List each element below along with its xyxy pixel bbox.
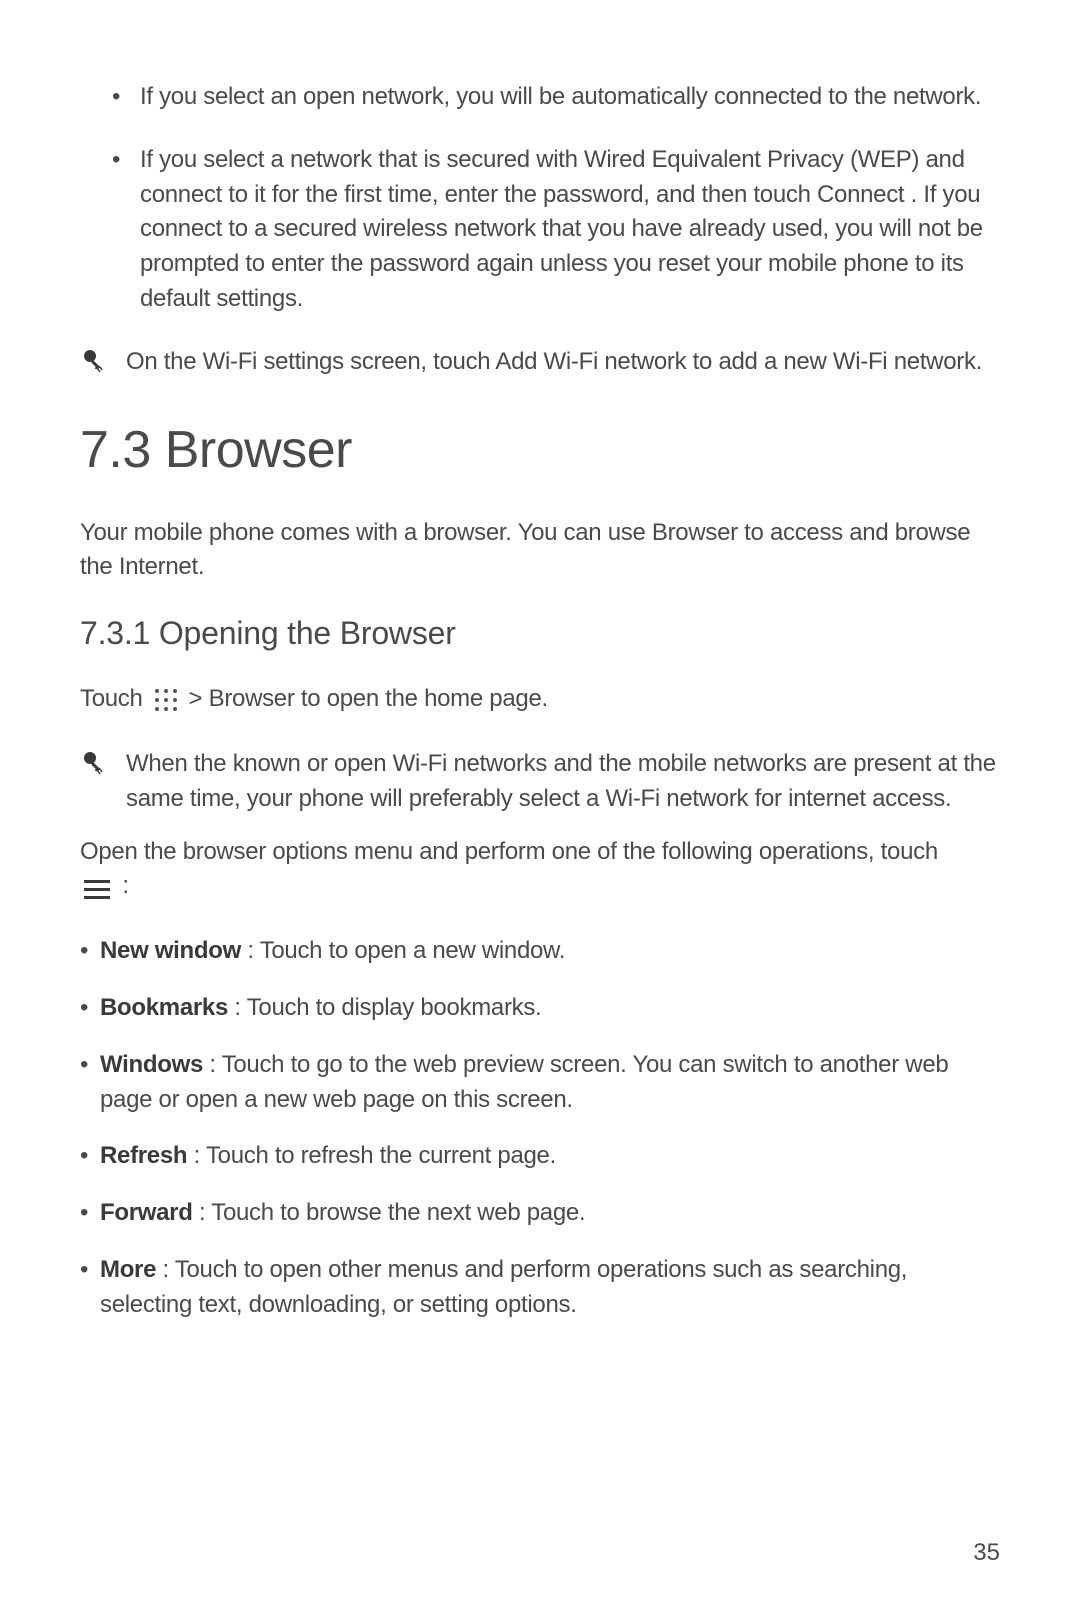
options-intro-pre: Open the browser options menu and perfor…	[80, 838, 938, 865]
touch-label: Touch	[80, 682, 143, 717]
browser-intro: Your mobile phone comes with a browser. …	[80, 516, 1000, 586]
page-number: 35	[973, 1539, 1000, 1567]
tip-text: On the Wi-Fi settings screen, touch Add …	[126, 345, 982, 380]
option-label: More	[100, 1256, 156, 1283]
option-sep: :	[203, 1051, 222, 1078]
option-label: Refresh	[100, 1142, 187, 1169]
open-browser-instruction: Touch > Browser to open the home page.	[80, 682, 1000, 717]
wifi-connect-bullets: If you select an open network, you will …	[80, 80, 1000, 317]
manual-page: If you select an open network, you will …	[0, 0, 1080, 1323]
option-sep: :	[187, 1142, 206, 1169]
heading-browser: 7.3 Browser	[80, 420, 1000, 480]
option-refresh: Refresh : Touch to refresh the current p…	[100, 1139, 1000, 1174]
option-label: Forward	[100, 1199, 193, 1226]
option-label: Bookmarks	[100, 994, 228, 1021]
browser-options-list: New window : Touch to open a new window.…	[80, 934, 1000, 1322]
option-sep: :	[228, 994, 247, 1021]
option-windows: Windows : Touch to go to the web preview…	[100, 1048, 1000, 1118]
touch-post: > Browser to open the home page.	[189, 682, 548, 717]
subheading-opening-browser: 7.3.1 Opening the Browser	[80, 615, 1000, 652]
option-label: Windows	[100, 1051, 203, 1078]
bullet-open-network: If you select an open network, you will …	[140, 80, 1000, 115]
options-intro-post: :	[122, 872, 128, 899]
option-new-window: New window : Touch to open a new window.	[100, 934, 1000, 969]
option-label: New window	[100, 937, 241, 964]
apps-grid-icon	[153, 687, 179, 713]
option-sep: :	[156, 1256, 175, 1283]
tip-add-wifi: On the Wi-Fi settings screen, touch Add …	[80, 345, 1000, 380]
option-desc: Touch to open other menus and perform op…	[100, 1256, 907, 1318]
tip-icon	[80, 347, 108, 375]
option-desc: Touch to browse the next web page.	[211, 1199, 585, 1226]
option-desc: Touch to open a new window.	[260, 937, 565, 964]
option-more: More : Touch to open other menus and per…	[100, 1253, 1000, 1323]
option-desc: Touch to refresh the current page.	[206, 1142, 556, 1169]
option-forward: Forward : Touch to browse the next web p…	[100, 1196, 1000, 1231]
tip-wifi-preference: When the known or open Wi-Fi networks an…	[80, 747, 1000, 817]
option-desc: Touch to display bookmarks.	[247, 994, 542, 1021]
menu-icon	[84, 876, 110, 898]
options-intro: Open the browser options menu and perfor…	[80, 835, 1000, 905]
option-sep: :	[241, 937, 260, 964]
option-bookmarks: Bookmarks : Touch to display bookmarks.	[100, 991, 1000, 1026]
option-desc: Touch to go to the web preview screen. Y…	[100, 1051, 948, 1113]
option-sep: :	[193, 1199, 212, 1226]
tip-icon	[80, 749, 108, 777]
bullet-wep-network: If you select a network that is secured …	[140, 143, 1000, 317]
tip-text: When the known or open Wi-Fi networks an…	[126, 747, 1000, 817]
